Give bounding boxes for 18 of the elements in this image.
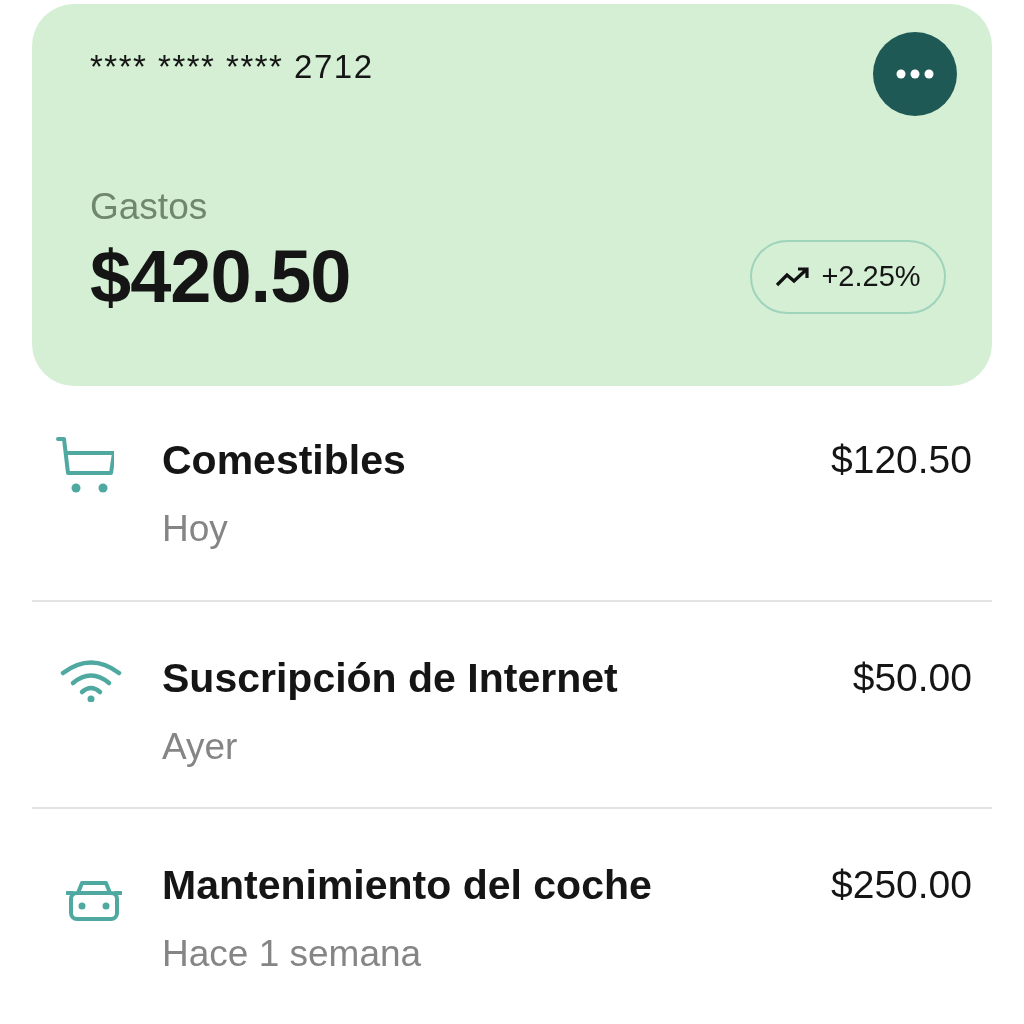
wifi-icon xyxy=(60,658,122,702)
expense-label: Gastos xyxy=(90,186,209,228)
transaction-title: Mantenimiento del coche xyxy=(162,861,653,909)
transaction-date: Hace 1 semana xyxy=(162,933,423,975)
transaction-date: Hoy xyxy=(162,508,229,550)
card-number: **** **** **** 2712 xyxy=(90,48,374,86)
change-percent: +2.25% xyxy=(821,260,921,293)
transaction-amount: $250.00 xyxy=(831,862,972,908)
total-amount: $420.50 xyxy=(90,234,351,319)
trend-up-icon xyxy=(775,265,812,288)
cart-icon xyxy=(56,436,114,494)
transaction-amount: $50.00 xyxy=(852,655,972,701)
more-icon xyxy=(896,69,934,79)
transaction-amount: $120.50 xyxy=(831,437,972,483)
transaction-date: Ayer xyxy=(162,726,239,768)
transaction-title: Comestibles xyxy=(162,436,407,484)
transaction-title: Suscripción de Internet xyxy=(162,654,619,702)
car-icon xyxy=(66,879,122,923)
